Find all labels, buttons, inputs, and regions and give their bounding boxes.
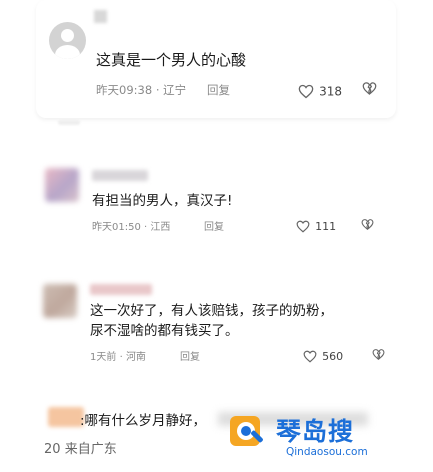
- avatar[interactable]: [45, 168, 79, 202]
- comment-text-line-1: 这一次好了，有人该赔钱，孩子的奶粉，: [90, 303, 333, 319]
- heart-outline-icon: [298, 84, 314, 99]
- avatar[interactable]: [48, 407, 84, 427]
- reply-button[interactable]: 回复: [204, 218, 224, 233]
- heart-outline-icon: [303, 350, 317, 363]
- like-count: 318: [319, 84, 342, 99]
- dislike-button[interactable]: [361, 216, 374, 235]
- username-redacted: [94, 10, 107, 23]
- username-redacted: [92, 170, 148, 181]
- like-button[interactable]: 318: [298, 81, 342, 100]
- separator: ·: [155, 83, 160, 97]
- broken-heart-icon: [361, 219, 374, 230]
- comment-location: 来自广东: [64, 442, 117, 457]
- comment-location: 河南: [125, 352, 146, 363]
- comment-meta: 1天前 · 河南: [90, 348, 146, 363]
- watermark-url: Qindaosou.com: [286, 446, 368, 458]
- comment-location: 江西: [150, 222, 171, 233]
- heart-outline-icon: [296, 220, 310, 233]
- comment-location: 辽宁: [163, 83, 187, 97]
- comment-time: 20: [44, 442, 61, 457]
- comment-text-line-2: 尿不湿啥的都有钱买了。: [90, 323, 239, 339]
- reply-button[interactable]: 回复: [180, 348, 200, 363]
- broken-heart-icon: [372, 349, 385, 360]
- dislike-button[interactable]: [372, 346, 385, 365]
- reply-button[interactable]: 回复: [207, 82, 230, 98]
- comment-meta-partial: 20 来自广东: [44, 438, 117, 457]
- separator: ·: [144, 222, 148, 233]
- avatar[interactable]: [49, 22, 86, 59]
- comment-time: 昨天01:50: [92, 222, 141, 233]
- comment-time: 昨天09:38: [96, 83, 153, 97]
- separator: ·: [119, 352, 123, 363]
- like-button[interactable]: 560: [303, 346, 343, 365]
- broken-heart-icon: [362, 82, 377, 95]
- comment-text: 这真是一个男人的心酸: [96, 51, 247, 69]
- qindaosou-logo-icon: [230, 416, 263, 446]
- decorative-blur: [58, 120, 80, 125]
- comment-meta: 昨天09:38 · 辽宁: [96, 82, 186, 98]
- like-count: 560: [322, 350, 344, 363]
- like-count: 111: [315, 220, 337, 233]
- avatar[interactable]: [43, 284, 77, 318]
- like-button[interactable]: 111: [296, 216, 336, 235]
- comment-meta: 昨天01:50 · 江西: [92, 218, 170, 233]
- comment-text: 有担当的男人，真汉子!: [92, 193, 233, 209]
- comment-time: 1天前: [90, 352, 117, 363]
- dislike-button[interactable]: [362, 81, 377, 100]
- watermark-brand: 琴岛搜: [276, 417, 355, 446]
- username-redacted: [90, 284, 152, 295]
- comment-text-partial: :哪有什么岁月静好，: [80, 413, 207, 429]
